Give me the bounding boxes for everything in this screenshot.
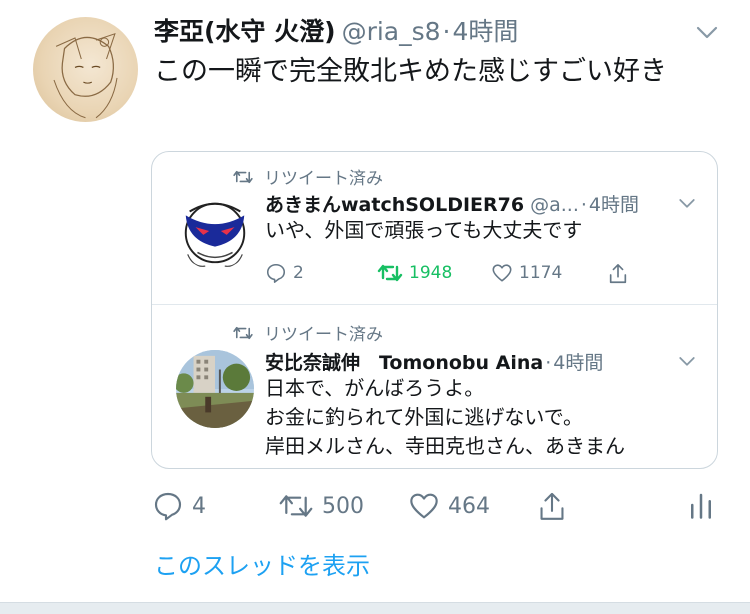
author-avatar[interactable] xyxy=(33,17,138,122)
quoted-header: 安比奈誠伸 Tomonobu Aina · 4時間 xyxy=(265,348,603,375)
retweet-icon xyxy=(233,326,253,339)
share-icon xyxy=(540,492,564,520)
quoted-tweet-text-line: 日本で、がんばろうよ。 xyxy=(265,376,485,400)
analytics-button[interactable] xyxy=(688,490,722,520)
quoted-author-handle[interactable]: @a... xyxy=(530,194,579,216)
retweet-icon xyxy=(233,170,253,183)
like-button[interactable]: 1174 xyxy=(491,262,562,284)
retweet-button[interactable]: 1948 xyxy=(377,262,452,284)
timeline-separator xyxy=(0,602,750,614)
retweeted-indicator: リツイート済み xyxy=(232,164,383,189)
quoted-timestamp[interactable]: 4時間 xyxy=(589,190,639,217)
quoted-separator: · xyxy=(580,194,587,216)
like-button[interactable]: 464 xyxy=(408,490,490,522)
heart-icon xyxy=(410,493,438,519)
share-button[interactable] xyxy=(607,262,635,286)
reply-count: 2 xyxy=(293,263,304,283)
retweeted-label: リツイート済み xyxy=(264,169,383,189)
chevron-down-icon[interactable] xyxy=(695,20,719,44)
quoted-action-bar: 2 1948 1174 xyxy=(265,262,635,292)
masked-face-image xyxy=(176,192,254,270)
quoted-author-avatar[interactable] xyxy=(176,192,254,270)
reply-icon xyxy=(266,263,286,283)
chevron-down-icon[interactable] xyxy=(678,194,696,212)
header-separator: · xyxy=(442,17,451,46)
avatar-sketch-image xyxy=(53,32,118,119)
share-button[interactable] xyxy=(536,490,576,524)
share-icon xyxy=(609,264,627,284)
street-photo-image xyxy=(176,350,254,428)
author-name[interactable]: 李亞(水守 火澄) xyxy=(154,12,336,48)
tweet-header: 李亞(水守 火澄) @ria_s8 · 4時間 xyxy=(154,12,694,50)
author-handle[interactable]: @ria_s8 xyxy=(342,17,441,46)
retweet-count: 500 xyxy=(322,493,364,519)
like-count: 464 xyxy=(448,493,490,519)
tweet-divider xyxy=(152,304,717,305)
tweet-text: この一瞬で完全敗北キめた感じすごい好き xyxy=(154,56,667,87)
quoted-thread-card[interactable]: リツイート済み あきまんwatchSOLDIER76 @a... · 4時間 い… xyxy=(151,151,718,469)
chevron-down-icon[interactable] xyxy=(678,352,696,370)
quoted-author-name[interactable]: 安比奈誠伸 Tomonobu Aina xyxy=(265,348,543,375)
retweet-count: 1948 xyxy=(409,263,453,283)
tweet-action-bar: 4 500 464 xyxy=(152,490,732,530)
retweet-icon xyxy=(279,495,313,517)
heart-icon xyxy=(492,264,512,282)
reply-button[interactable]: 2 xyxy=(265,262,304,284)
retweeted-indicator: リツイート済み xyxy=(232,320,383,345)
retweeted-label: リツイート済み xyxy=(264,325,383,345)
retweet-button[interactable]: 500 xyxy=(278,490,364,522)
show-thread-link[interactable]: このスレッドを表示 xyxy=(154,546,370,581)
quoted-author-name[interactable]: あきまんwatchSOLDIER76 xyxy=(265,190,524,217)
reply-count: 4 xyxy=(192,493,206,519)
reply-icon xyxy=(154,492,182,521)
analytics-icon xyxy=(691,493,711,519)
like-count: 1174 xyxy=(519,263,563,283)
quoted-timestamp[interactable]: 4時間 xyxy=(553,348,603,375)
quoted-tweet-text-line: お金に釣られて外国に逃げないで。 xyxy=(265,405,583,429)
quoted-author-avatar[interactable] xyxy=(176,350,254,428)
quoted-tweet-text: いや、外国で頑張っても大丈夫です xyxy=(265,218,583,242)
tweet-timestamp[interactable]: 4時間 xyxy=(453,12,519,48)
quoted-tweet-text-line: 岸田メルさん、寺田克也さん、あきまん xyxy=(265,434,625,458)
reply-button[interactable]: 4 xyxy=(152,490,206,522)
retweet-icon xyxy=(377,264,403,282)
quoted-separator: · xyxy=(545,352,552,374)
quoted-header: あきまんwatchSOLDIER76 @a... · 4時間 xyxy=(265,190,639,217)
